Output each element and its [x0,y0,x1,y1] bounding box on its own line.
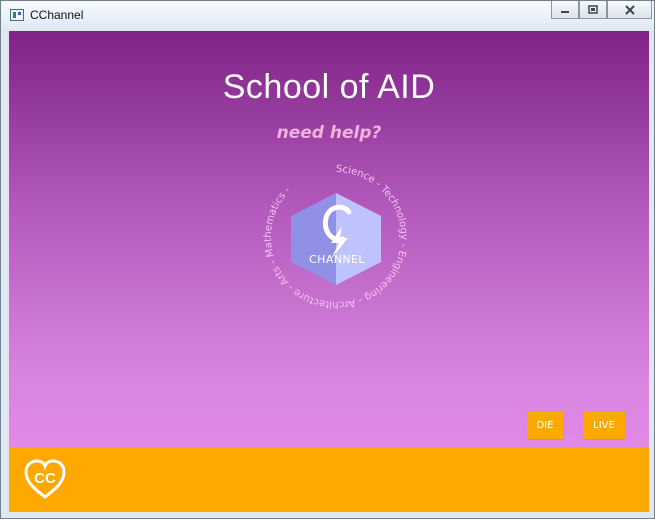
footer-logo-text: CC [34,470,56,487]
die-button[interactable]: DIE [527,411,563,439]
channel-logo: Science - Technology - Engineering - Arc… [251,152,421,322]
help-prompt[interactable]: need help? [9,123,649,143]
maximize-icon [588,4,598,14]
live-button[interactable]: LIVE [583,411,625,439]
application-icon [10,9,24,21]
heart-cc-icon[interactable]: CC [20,457,70,501]
application-window: CChannel School of AID need help? Scienc… [0,0,655,519]
minimize-icon [561,10,569,13]
footer-bar: CC [9,447,649,512]
close-icon [624,4,635,15]
close-button[interactable] [607,1,652,19]
window-controls [551,1,652,21]
title-bar[interactable]: CChannel [1,1,654,31]
page-title: School of AID [222,68,436,106]
main-content: School of AID need help? Science - Techn… [9,31,649,512]
channel-logo-art: Science - Technology - Engineering - Arc… [263,164,409,310]
heart-cc-logo: CC [24,459,66,500]
window-title: CChannel [30,8,84,22]
maximize-button[interactable] [579,1,607,19]
channel-label: CHANNEL [309,253,365,266]
minimize-button[interactable] [551,1,579,19]
